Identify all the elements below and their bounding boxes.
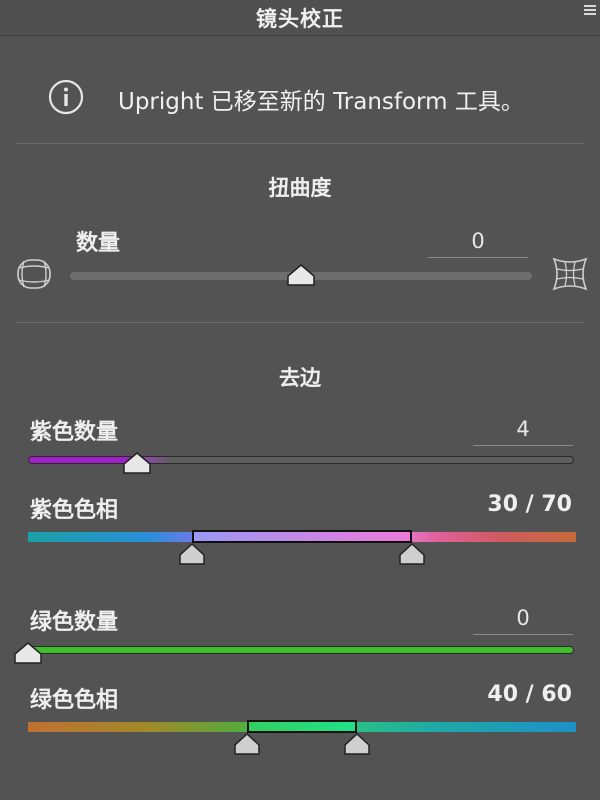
green-hue-range (247, 720, 357, 733)
purple-hue-min-thumb[interactable] (177, 543, 207, 565)
panel-title: 镜头校正 (256, 7, 344, 31)
purple-amount-slider[interactable] (28, 456, 574, 464)
purple-amount-thumb[interactable] (122, 452, 152, 474)
panel-menu-icon[interactable] (584, 5, 596, 19)
divider (16, 322, 584, 323)
pincushion-distortion-icon (552, 257, 588, 291)
divider (16, 143, 584, 144)
info-icon (48, 79, 84, 115)
lens-correction-panel: 镜头校正 Upright 已移至新的 Transform 工具。 扭曲度 数量 … (0, 0, 600, 800)
purple-hue-value: 30 / 70 (487, 492, 572, 517)
purple-hue-range (192, 530, 412, 543)
distortion-section-title: 扭曲度 (268, 176, 332, 200)
green-hue-value: 40 / 60 (487, 682, 572, 707)
defringe-section-title: 去边 (279, 366, 321, 390)
green-amount-slider[interactable] (28, 646, 574, 654)
barrel-distortion-icon (17, 259, 51, 289)
green-amount-field[interactable]: 0 (473, 603, 573, 635)
upright-notice: Upright 已移至新的 Transform 工具。 (0, 36, 600, 144)
panel-header: 镜头校正 (0, 0, 600, 36)
distortion-amount-field[interactable]: 0 (428, 226, 528, 258)
purple-hue-max-thumb[interactable] (397, 543, 427, 565)
purple-amount-field[interactable]: 4 (473, 414, 573, 446)
green-hue-min-thumb[interactable] (232, 733, 262, 755)
green-hue-label: 绿色色相 (30, 688, 119, 713)
green-amount-label: 绿色数量 (30, 610, 119, 635)
distortion-amount-label: 数量 (76, 231, 121, 256)
green-hue-max-thumb[interactable] (342, 733, 372, 755)
purple-amount-label: 紫色数量 (30, 420, 119, 445)
green-amount-thumb[interactable] (13, 642, 43, 664)
notice-text: Upright 已移至新的 Transform 工具。 (118, 89, 524, 115)
purple-hue-label: 紫色色相 (30, 498, 119, 523)
distortion-amount-thumb[interactable] (286, 264, 316, 286)
